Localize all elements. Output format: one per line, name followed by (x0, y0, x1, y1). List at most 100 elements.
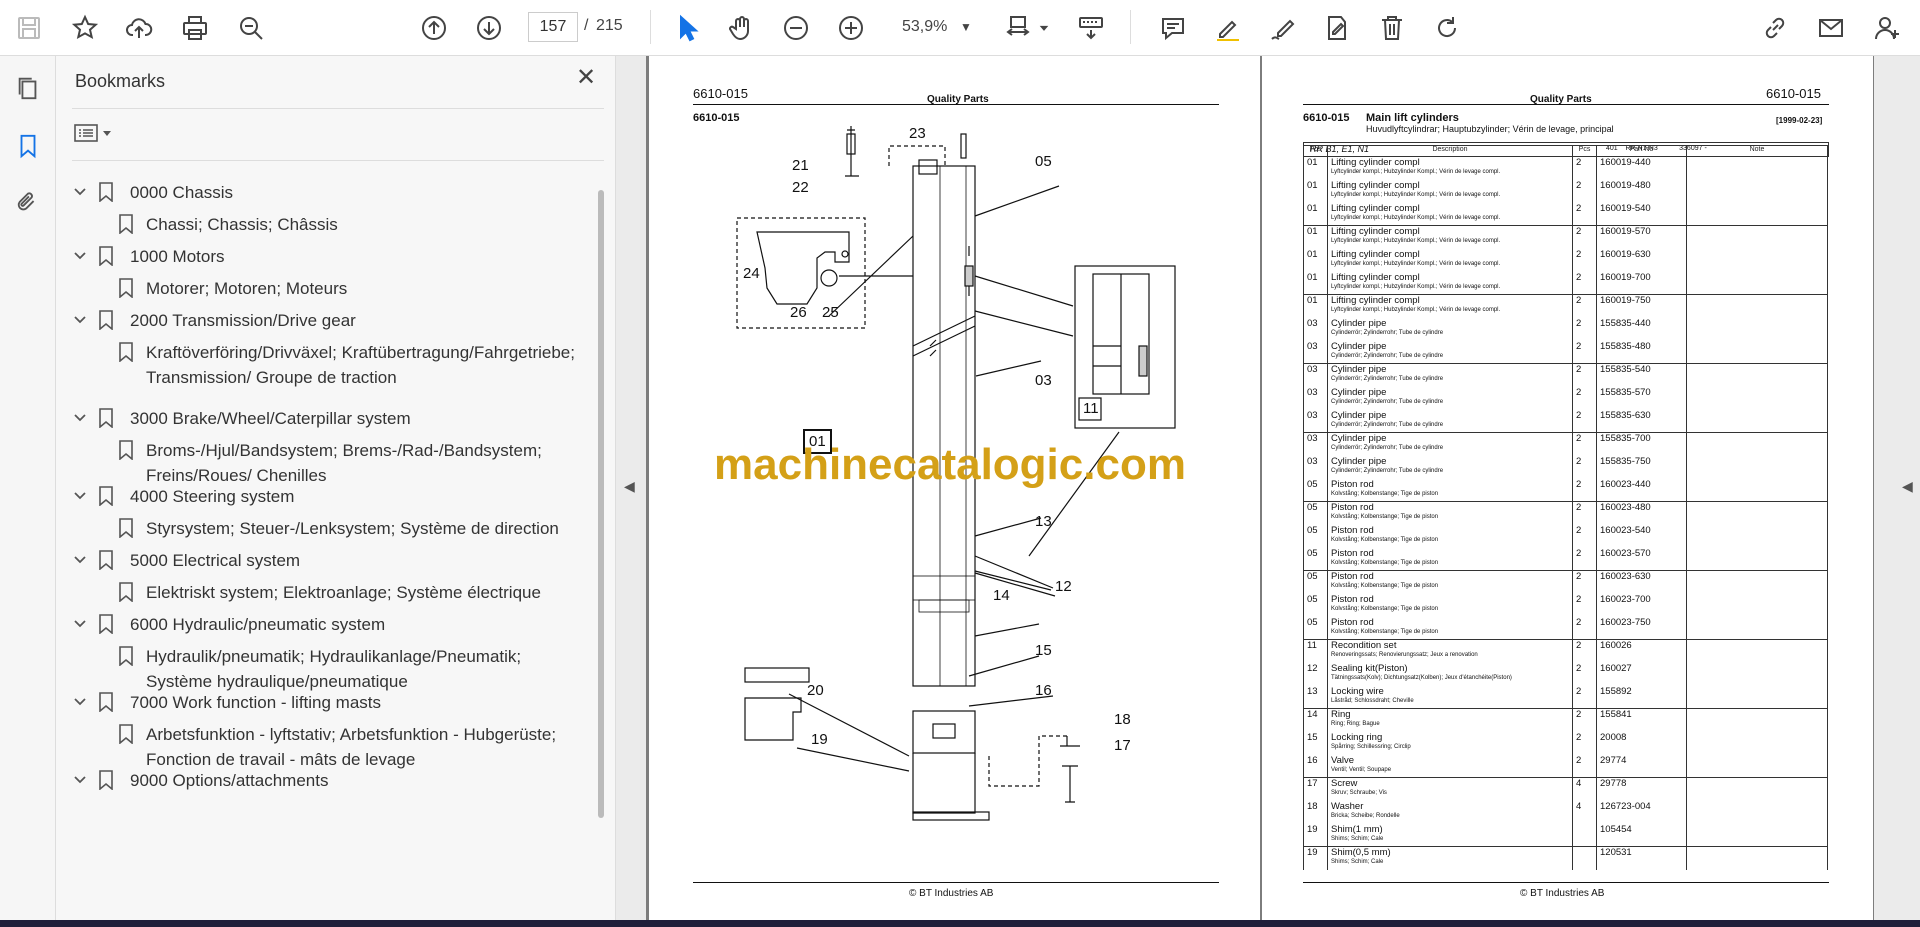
email-icon[interactable] (1812, 9, 1850, 47)
table-row: 11 Recondition set Renoveringssats; Renovi… (1303, 639, 1828, 663)
table-row: 14 Ring Ring; Ring; Bague 2 155841 (1303, 708, 1828, 732)
cell-pos: 03 (1303, 455, 1328, 479)
zoom-out-icon[interactable] (777, 9, 815, 47)
chevron-down-icon[interactable] (72, 694, 88, 710)
bookmark-panel-icon[interactable] (10, 128, 46, 164)
bookmark-item[interactable]: Motorer; Motoren; Moteurs (72, 276, 592, 301)
bookmark-section[interactable]: 3000 Brake/Wheel/Caterpillar system (72, 406, 592, 431)
save-icon[interactable] (10, 9, 48, 47)
description-text: Lifting cylinder compl (1331, 295, 1420, 306)
bookmark-label: Broms-/Hjul/Bandsystem; Brems-/Rad-/Band… (146, 441, 542, 485)
divider (72, 108, 604, 109)
bookmark-list: 0000 Chassis Chassi; Chassis; Châssis 1000… (72, 172, 592, 918)
callout-03: 03 (1035, 372, 1052, 389)
chevron-down-icon[interactable] (72, 248, 88, 264)
cell-pcs: 2 (1572, 662, 1597, 686)
cell-pos: 01 (1303, 271, 1328, 295)
toolbar-divider (650, 10, 651, 44)
bookmark-item[interactable]: Chassi; Chassis; Châssis (72, 212, 592, 237)
chevron-down-icon[interactable] (72, 184, 88, 200)
highlight-pen-icon[interactable] (1209, 9, 1247, 47)
description-translation: Cylinderrör; Zylinderrohr; Tube de cylin… (1331, 398, 1444, 405)
list-options-icon (74, 124, 98, 142)
cell-description: Locking wire Låstråd; Schlossdraht; Chevi… (1327, 685, 1573, 709)
edit-document-icon[interactable] (1318, 9, 1356, 47)
chevron-down-icon[interactable] (72, 616, 88, 632)
toolbar-divider (1130, 10, 1131, 44)
bookmark-options-button[interactable] (74, 118, 122, 148)
description-text: Cylinder pipe (1331, 433, 1387, 444)
chevron-down-icon[interactable] (72, 552, 88, 568)
upload-cloud-icon[interactable] (120, 9, 158, 47)
cell-pos: 03 (1303, 386, 1328, 410)
callout-21: 21 (792, 157, 809, 174)
page-number-input[interactable]: 157 (528, 12, 578, 42)
bookmark-item[interactable]: Elektriskt system; Elektroanlage; Systèm… (72, 580, 592, 605)
cell-pos: 12 (1303, 662, 1328, 686)
next-page-icon[interactable] (470, 9, 508, 47)
cell-note (1686, 823, 1828, 847)
chevron-down-icon[interactable] (72, 488, 88, 504)
page-total: 215 (596, 17, 623, 34)
attachment-icon[interactable] (10, 184, 46, 220)
delete-trash-icon[interactable] (1373, 9, 1411, 47)
description-translation: Bricka; Scheibe; Rondelle (1331, 812, 1400, 819)
cell-pos: 01 (1303, 225, 1328, 249)
draw-sign-icon[interactable] (1264, 9, 1302, 47)
previous-page-icon[interactable] (415, 9, 453, 47)
cell-pcs: 2 (1572, 156, 1597, 180)
select-cursor-icon[interactable] (668, 9, 706, 47)
cell-description: Recondition set Renoveringssats; Renovier… (1327, 639, 1573, 663)
chevron-down-icon[interactable] (1034, 9, 1054, 47)
bookmark-item[interactable]: Styrsystem; Steuer-/Lenksystem; Système … (72, 516, 592, 541)
zoom-search-icon[interactable] (232, 9, 270, 47)
bookmark-section[interactable]: 9000 Options/attachments (72, 768, 592, 793)
chevron-down-icon[interactable] (72, 312, 88, 328)
cell-description: Valve Ventil; Ventil; Soupape (1327, 754, 1573, 778)
collapse-left-arrow-icon[interactable]: ◀ (624, 478, 635, 495)
cell-part-no: 160019-570 (1596, 225, 1687, 249)
hand-tool-icon[interactable] (722, 9, 760, 47)
cell-pcs: 2 (1572, 754, 1597, 778)
cell-note (1686, 271, 1828, 295)
cell-pos: 01 (1303, 248, 1328, 272)
expand-right-arrow-icon[interactable]: ◀ (1902, 478, 1913, 495)
bookmark-section[interactable]: 5000 Electrical system (72, 548, 592, 573)
bookmark-item[interactable]: Arbetsfunktion - lyftstativ; Arbetsfunkt… (72, 722, 592, 769)
add-user-icon[interactable] (1868, 9, 1906, 47)
description-text: Recondition set (1331, 640, 1397, 651)
bookmark-item[interactable]: Kraftöverföring/Drivväxel; Kraftübertrag… (72, 340, 592, 406)
description-text: Sealing kit(Piston) (1331, 662, 1408, 674)
cell-part-no: 155835-700 (1596, 432, 1687, 456)
description-translation: Lyftcylinder kompl.; Hubzylinder Kompl.;… (1331, 260, 1501, 267)
description-translation: Lyftcylinder kompl.; Hubzylinder Kompl.;… (1331, 307, 1501, 313)
cell-part-no: 160023-480 (1596, 501, 1687, 525)
zoom-in-icon[interactable] (832, 9, 870, 47)
bookmark-item[interactable]: Hydraulik/pneumatik; Hydraulikanlage/Pne… (72, 644, 592, 691)
close-icon[interactable]: ✕ (572, 64, 600, 92)
fit-page-icon[interactable] (1000, 9, 1038, 47)
callout-15: 15 (1035, 642, 1052, 659)
bookmark-section[interactable]: 4000 Steering system (72, 484, 592, 509)
bookmark-section[interactable]: 2000 Transmission/Drive gear (72, 308, 592, 333)
cell-pos: 03 (1303, 340, 1328, 364)
description-text: Piston rod (1331, 478, 1374, 490)
chevron-down-icon[interactable] (72, 410, 88, 426)
chevron-down-icon[interactable] (72, 772, 88, 788)
bookmarks-scrollbar[interactable] (598, 190, 604, 818)
star-icon[interactable] (66, 9, 104, 47)
bookmark-section[interactable]: 7000 Work function - lifting masts (72, 690, 592, 715)
bookmark-section[interactable]: 0000 Chassis (72, 180, 592, 205)
description-text: Ring (1331, 709, 1351, 720)
bookmark-item[interactable]: Broms-/Hjul/Bandsystem; Brems-/Rad-/Band… (72, 438, 592, 485)
print-icon[interactable] (176, 9, 214, 47)
keyboard-scroll-icon[interactable] (1072, 9, 1110, 47)
bookmark-section[interactable]: 1000 Motors (72, 244, 592, 269)
comment-icon[interactable] (1154, 9, 1192, 47)
cell-description: Shim(1 mm) Shims; Schim; Cale (1327, 823, 1573, 847)
page-thumbnails-icon[interactable] (10, 70, 46, 106)
chevron-down-icon[interactable]: ▼ (960, 12, 972, 42)
rotate-icon[interactable] (1428, 9, 1466, 47)
share-link-icon[interactable] (1756, 9, 1794, 47)
bookmark-section[interactable]: 6000 Hydraulic/pneumatic system (72, 612, 592, 637)
